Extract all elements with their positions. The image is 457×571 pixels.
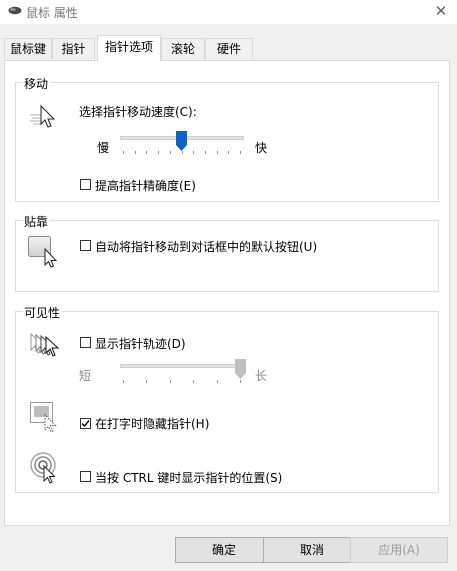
ctrl-locate-pointer-icon: [30, 452, 56, 484]
speed-slider-thumb[interactable]: [176, 131, 187, 151]
tab-panel: 移动 选择指针移动速度(C): 慢 快 提高指针精确度(E) 贴靠 自动将指针移…: [4, 60, 450, 526]
tab-wheel[interactable]: 滚轮: [161, 38, 205, 59]
tab-pointers[interactable]: 指针: [52, 38, 95, 59]
pointer-trails-icon: [30, 332, 60, 357]
precision-label: 提高指针精确度(E): [95, 179, 196, 193]
slider-tick: [217, 151, 218, 154]
slider-tick: [135, 151, 136, 154]
trails-slider-ticks: [123, 380, 241, 384]
visibility-group-title: 可见性: [23, 304, 63, 321]
hide-pointer-checkbox[interactable]: [80, 418, 91, 429]
speed-label: 选择指针移动速度(C):: [79, 105, 197, 119]
tab-hardware[interactable]: 硬件: [205, 38, 253, 59]
title-bar: 鼠标 属性 ✕: [0, 0, 457, 24]
hide-pointer-label: 在打字时隐藏指针(H): [95, 417, 210, 431]
slider-tick: [193, 380, 194, 383]
ok-button[interactable]: 确定: [175, 537, 273, 563]
slider-tick: [170, 380, 171, 383]
trails-label: 显示指针轨迹(D): [95, 337, 186, 351]
slider-tick: [158, 151, 159, 154]
snap-checkbox[interactable]: [80, 240, 91, 251]
precision-checkbox[interactable]: [80, 179, 91, 190]
tab-pointer-options[interactable]: 指针选项: [97, 35, 161, 61]
snap-group: [15, 220, 439, 292]
fast-label: 快: [255, 141, 268, 155]
slider-tick: [146, 380, 147, 383]
ctrl-show-location-label: 当按 CTRL 键时显示指针的位置(S): [95, 471, 283, 485]
slider-tick: [123, 151, 124, 154]
slider-tick: [146, 151, 147, 154]
slider-tick: [240, 380, 241, 383]
ctrl-show-location-checkbox[interactable]: [80, 471, 91, 482]
slider-tick: [228, 151, 229, 154]
apply-button[interactable]: 应用(A): [350, 537, 448, 563]
slider-tick: [205, 151, 206, 154]
speed-slider-ticks: [123, 151, 241, 155]
slider-tick: [170, 151, 171, 154]
motion-group: [15, 82, 439, 202]
slider-tick: [217, 380, 218, 383]
visibility-group: [15, 311, 439, 493]
snap-group-title: 贴靠: [23, 213, 51, 230]
mouse-icon: [8, 6, 22, 15]
hide-pointer-typing-icon: [30, 402, 57, 433]
trails-slider-track: [120, 364, 244, 368]
cancel-button[interactable]: 取消: [263, 537, 361, 563]
slider-tick: [123, 380, 124, 383]
trails-checkbox[interactable]: [80, 337, 91, 348]
slow-label: 慢: [97, 141, 110, 155]
tab-mouse-buttons[interactable]: 鼠标键: [4, 38, 52, 59]
trails-slider-thumb: [235, 359, 246, 379]
close-button[interactable]: ✕: [426, 0, 456, 22]
snap-label: 自动将指针移动到对话框中的默认按钮(U): [95, 240, 318, 254]
slider-tick: [182, 151, 183, 154]
window-title: 鼠标 属性: [26, 6, 78, 20]
slider-tick: [240, 151, 241, 154]
long-label: 长: [255, 369, 268, 383]
motion-group-title: 移动: [23, 75, 51, 92]
slider-tick: [193, 151, 194, 154]
pointer-speed-icon: [30, 104, 56, 128]
snap-to-default-button-icon: [28, 236, 58, 268]
short-label: 短: [79, 369, 92, 383]
